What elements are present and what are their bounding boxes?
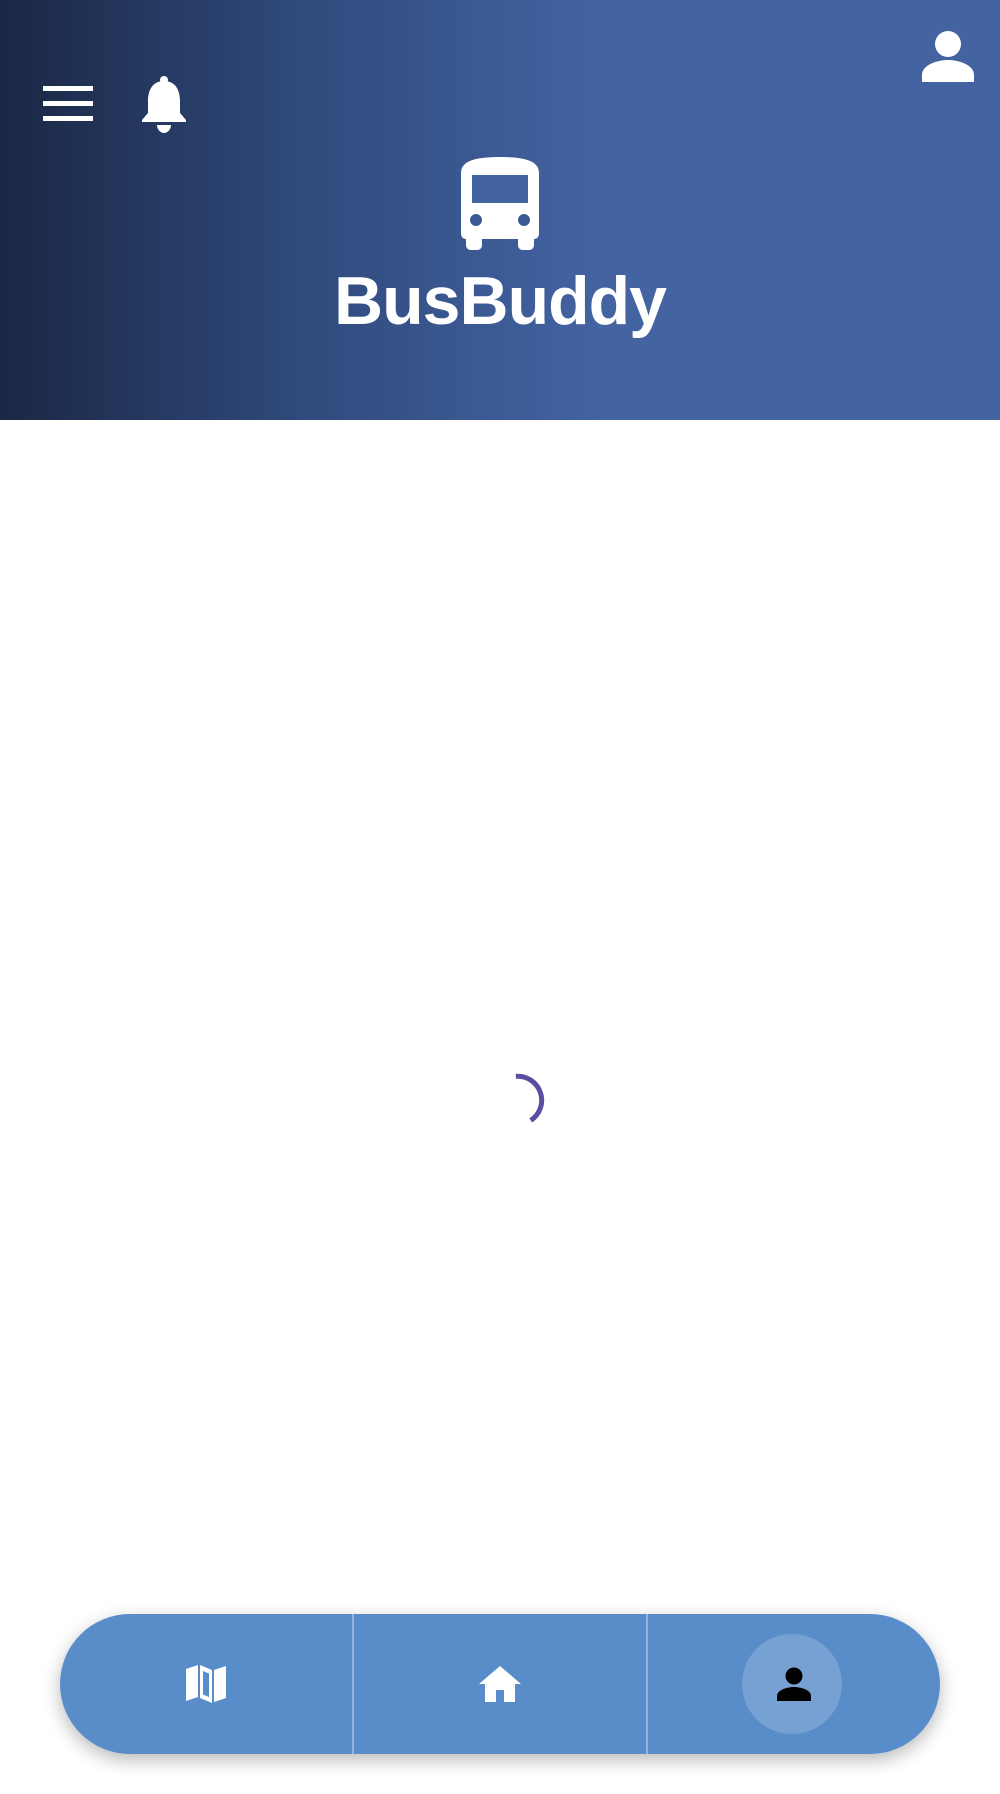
loading-spinner [515,1073,545,1123]
hamburger-menu-icon [43,86,93,121]
person-icon [922,31,974,82]
map-icon [186,1665,226,1703]
bus-icon [461,157,539,250]
nav-home-button[interactable] [352,1614,646,1754]
nav-map-button[interactable] [60,1614,352,1754]
bell-icon [142,76,186,133]
bottom-navigation [60,1614,940,1754]
notifications-button[interactable] [132,68,196,140]
home-icon [479,1666,521,1702]
app-title: BusBuddy [334,263,667,339]
person-icon [777,1667,811,1701]
menu-button[interactable] [36,72,100,136]
profile-button[interactable] [916,24,980,88]
app-header: BusBuddy [0,0,1000,420]
nav-profile-button[interactable] [646,1614,940,1754]
